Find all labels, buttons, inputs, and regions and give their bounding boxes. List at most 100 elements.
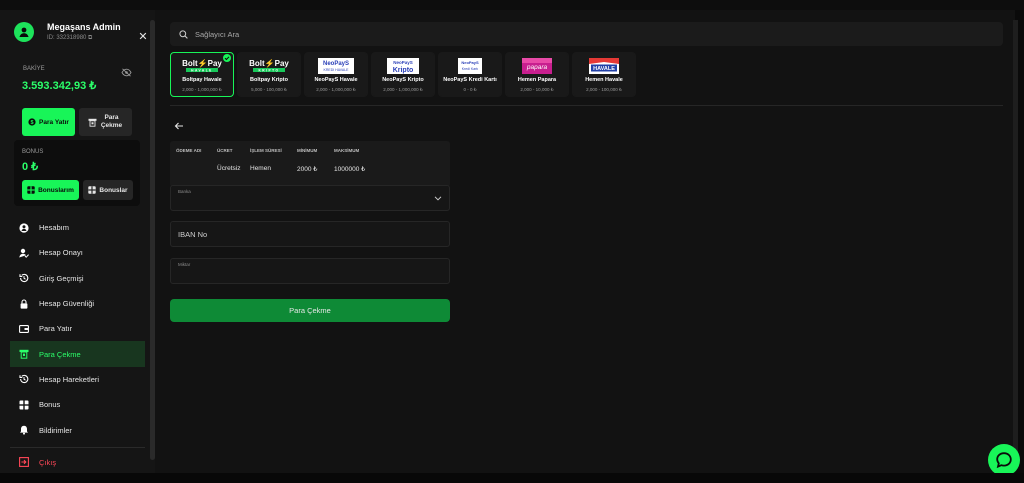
svg-text:NeoPayS: NeoPayS	[323, 61, 349, 67]
svg-text:Kredi Kartı: Kredi Kartı	[462, 67, 479, 71]
svg-text:$: $	[31, 120, 34, 126]
amount-label: Miktar	[178, 262, 191, 267]
neopays-havale-logo: NeoPayS KREDI HAVALE	[318, 58, 354, 74]
havale-logo: HAVALE	[589, 58, 619, 74]
neopays-kredi-karti-logo: NeoPayS Kredi Kartı	[458, 58, 482, 74]
back-arrow-icon[interactable]	[174, 118, 184, 130]
withdraw-submit-button[interactable]: Para Çekme	[170, 299, 450, 322]
svg-text:KRIPTO: KRIPTO	[259, 68, 280, 72]
table-header: ÜCRET	[217, 148, 233, 153]
method-neopays-kredi-karti[interactable]: NeoPayS Kredi Kartı NeoPayS Kredi Kartı 0…	[438, 52, 502, 97]
dollar-circle-icon: $	[28, 118, 36, 126]
account-nav: Hesabım Hesap Onayı Giriş Geçmişi Hesap …	[10, 215, 145, 443]
copy-icon[interactable]: ⧉	[88, 35, 92, 41]
app-root: Megaşans Admin ID: 332318980 ⧉ ✕ BAKİYE …	[0, 0, 1024, 483]
user-name: Megaşans Admin	[47, 22, 121, 32]
boltpay-kripto-logo: Bolt⚡Pay KRIPTO	[249, 58, 289, 74]
nav-item-bildirimler[interactable]: Bildirimler	[10, 417, 145, 442]
nav-item-hesap-hareketleri[interactable]: Hesap Hareketleri	[10, 367, 145, 392]
lock-icon	[18, 298, 30, 310]
table-cell: 2000 ₺	[297, 166, 318, 173]
svg-text:Bolt⚡Pay: Bolt⚡Pay	[249, 58, 289, 68]
nav-item-para-yatir[interactable]: Para Yatır	[10, 316, 145, 341]
search-icon	[179, 29, 188, 39]
history-icon	[18, 373, 30, 385]
bell-icon	[18, 424, 30, 436]
wallet-icon	[18, 323, 30, 335]
logout-button[interactable]: Çıkış	[10, 452, 145, 472]
table-header: MİNİMUM	[297, 148, 318, 153]
table-header: İŞLEM SÜRESİ	[250, 148, 282, 153]
eye-slash-icon[interactable]	[121, 64, 132, 82]
provider-search[interactable]	[170, 22, 1003, 46]
close-icon[interactable]: ✕	[138, 32, 148, 43]
nav-item-hesap-onayi[interactable]: Hesap Onayı	[10, 240, 145, 265]
method-details-table: ÖDEME ADI ÜCRET İŞLEM SÜRESİ MİNİMUM MAK…	[170, 141, 450, 187]
user-circle-icon	[18, 222, 30, 234]
svg-text:KREDI HAVALE: KREDI HAVALE	[324, 68, 350, 72]
withdraw-button[interactable]: Para Çekme	[79, 108, 132, 136]
balance-label: BAKİYE	[23, 66, 45, 72]
svg-text:Bolt⚡Pay: Bolt⚡Pay	[182, 58, 222, 68]
logout-icon	[18, 456, 30, 468]
neopays-kripto-logo: NeoPayS Kripto	[387, 58, 419, 74]
amount-input[interactable]	[178, 269, 428, 276]
gift-icon	[27, 186, 35, 194]
svg-text:Kripto: Kripto	[393, 67, 414, 74]
iban-input[interactable]	[178, 222, 438, 246]
boltpay-havale-logo: Bolt⚡Pay HAVALE	[182, 58, 222, 74]
nav-item-giris-gecmisi[interactable]: Giriş Geçmişi	[10, 266, 145, 291]
nav-item-bonus[interactable]: Bonus	[10, 392, 145, 417]
table-header: ÖDEME ADI	[176, 148, 202, 153]
withdraw-icon	[88, 118, 96, 127]
method-hemen-papara[interactable]: papara Hemen Papara 2,000 - 10,000 ₺	[505, 52, 569, 97]
user-id: ID: 332318980 ⧉	[47, 35, 93, 41]
table-cell: Ücretsiz	[217, 165, 241, 172]
chevron-down-icon	[434, 196, 442, 201]
nav-item-para-cekme[interactable]: Para Çekme	[10, 341, 145, 367]
table-cell: 1000000 ₺	[334, 166, 366, 173]
svg-text:HAVALE: HAVALE	[593, 66, 615, 72]
user-icon	[19, 27, 29, 37]
svg-text:papara: papara	[526, 64, 548, 71]
method-boltpay-havale[interactable]: Bolt⚡Pay HAVALE Boltpay Havale 2,000 - 1,…	[170, 52, 234, 97]
svg-text:HAVALE: HAVALE	[191, 68, 213, 72]
svg-text:NeoPayS: NeoPayS	[461, 60, 479, 65]
my-bonuses-button[interactable]: Bonuslarım	[22, 180, 79, 200]
bonuses-button[interactable]: Bonuslar	[83, 180, 133, 200]
method-neopays-kripto[interactable]: NeoPayS Kripto NeoPayS Kripto 2,000 - 1,0…	[371, 52, 435, 97]
svg-text:NeoPayS: NeoPayS	[393, 60, 413, 65]
deposit-button[interactable]: $ Para Yatır	[22, 108, 75, 136]
method-hemen-havale[interactable]: HAVALE Hemen Havale 2,000 - 100,000 ₺	[572, 52, 636, 97]
live-chat-button[interactable]	[988, 444, 1020, 476]
bank-label: Banka	[178, 189, 191, 194]
iban-field[interactable]	[170, 221, 450, 247]
avatar	[14, 22, 34, 42]
nav-item-hesap-guvenligi[interactable]: Hesap Güvenliği	[10, 291, 145, 316]
payment-methods: Bolt⚡Pay HAVALE Boltpay Havale 2,000 - 1,…	[170, 52, 636, 98]
balance-value: 3.593.342,93 ₺	[22, 80, 97, 92]
gift-icon	[88, 186, 97, 194]
check-icon	[223, 54, 231, 62]
papara-logo: papara	[522, 58, 552, 74]
bonus-value: 0 ₺	[22, 161, 39, 173]
main-scrollbar[interactable]	[1013, 20, 1018, 460]
user-check-icon	[18, 247, 30, 259]
amount-field[interactable]: Miktar	[170, 258, 450, 284]
top-bar	[0, 0, 1024, 10]
sidebar-divider	[10, 447, 145, 448]
table-cell: Hemen	[250, 165, 271, 172]
bank-select[interactable]: Banka	[170, 185, 450, 211]
history-icon	[18, 272, 30, 284]
search-input[interactable]	[195, 29, 495, 39]
nav-item-hesabim[interactable]: Hesabım	[10, 215, 145, 240]
method-neopays-havale[interactable]: NeoPayS KREDI HAVALE NeoPayS Havale 2,000…	[304, 52, 368, 97]
method-boltpay-kripto[interactable]: Bolt⚡Pay KRIPTO Boltpay Kripto 5,000 - 10…	[237, 52, 301, 97]
withdraw-panel: Bolt⚡PayHAVALE Boltpay Havale 2,000 - 1,…	[155, 10, 1018, 473]
bonus-label: BONUS	[22, 149, 44, 155]
section-divider	[170, 105, 1003, 106]
table-header: MAKSİMUM	[334, 148, 360, 153]
user-header: Megaşans Admin ID: 332318980 ⧉ ✕	[14, 22, 148, 58]
gift-icon	[18, 399, 30, 411]
chat-bubble-icon	[996, 452, 1012, 469]
